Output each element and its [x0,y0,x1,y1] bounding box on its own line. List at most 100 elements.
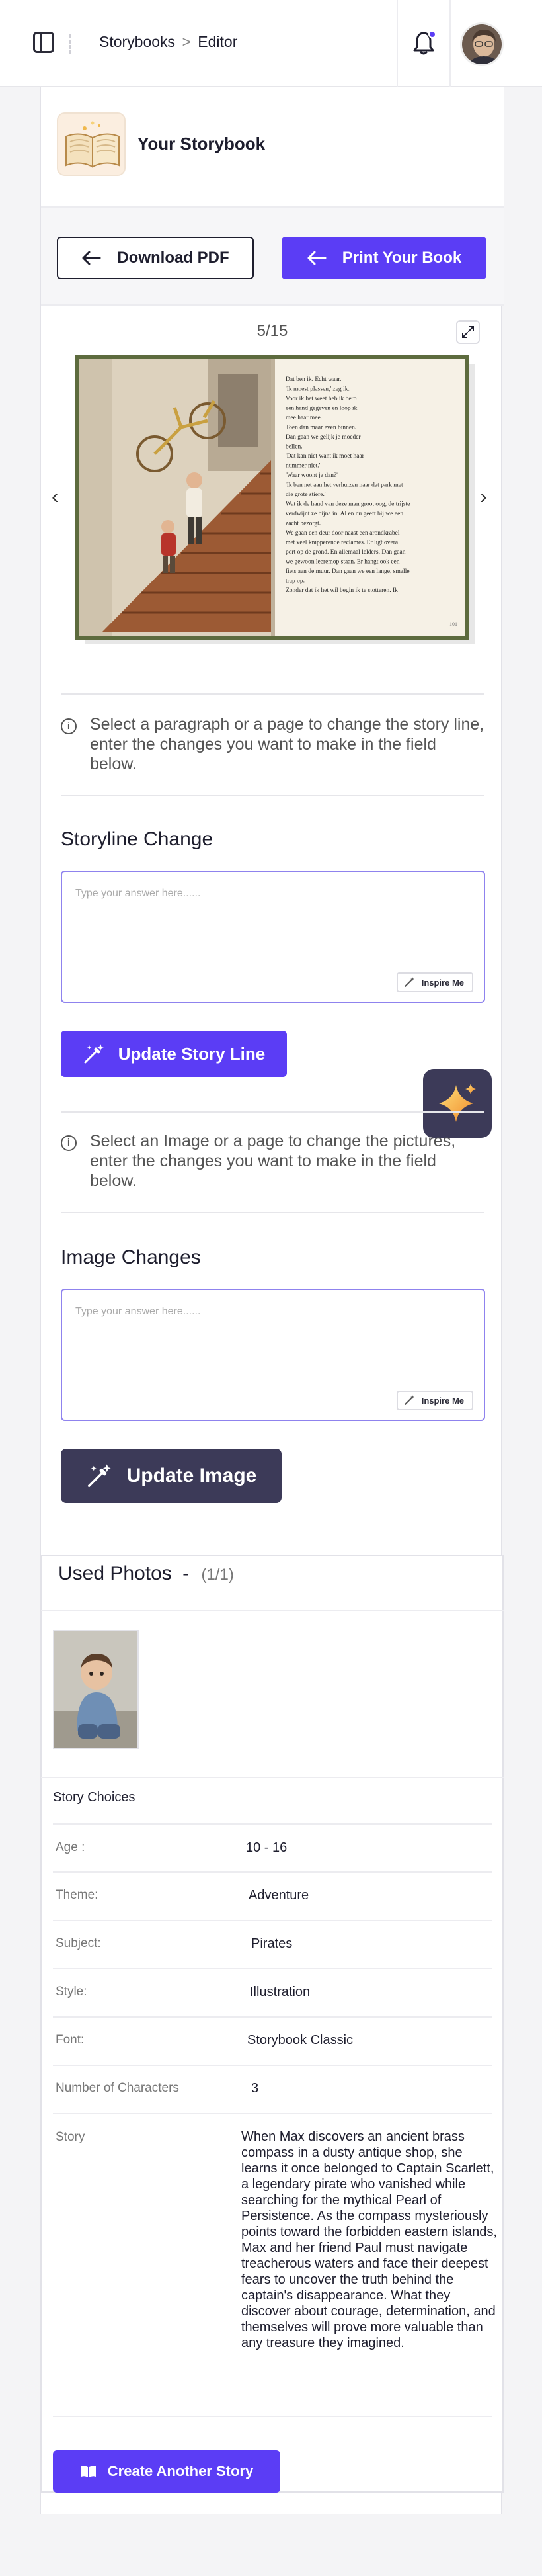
magic-wand-icon [404,1395,414,1405]
image-changes-title: Image Changes [61,1246,201,1268]
used-photos-dash: - [182,1563,190,1584]
breadcrumb-editor: Editor [198,33,238,50]
print-book-button[interactable]: Print Your Book [282,237,486,279]
book-page-line: 'Dat kan niet want ik moet haar [286,453,365,460]
image-changes-placeholder: Type your answer here...... [75,1306,201,1317]
page-indicator: 5/15 [256,322,288,340]
story-choices-title: Story Choices [53,1790,136,1805]
book-page-line: zacht bezorgt. [286,521,321,527]
book-page-line: fiets aan de muur. Dan gaan we een lange… [286,568,410,575]
book-page-line: mee haar mee. [286,415,322,421]
book-page-line: met veel knipperende reclames. Er ligt o… [286,540,400,546]
book-page-number: 101 [449,621,457,627]
divider [53,2065,492,2066]
magic-wand-icon [404,977,414,987]
book-open-icon [81,2466,96,2477]
update-story-line-label: Update Story Line [118,1043,266,1064]
inspire-me-label: Inspire Me [421,1395,464,1406]
breadcrumb: Storybooks > Editor [99,33,237,51]
breadcrumb-separator: > [182,33,191,50]
ai-assistant-button[interactable] [423,1069,492,1138]
print-book-label: Print Your Book [342,249,462,267]
update-image-button[interactable]: Update Image [61,1449,282,1503]
book-page-line: Voor ik het weet heb ik bero [286,396,357,402]
info-icon: i [61,718,77,734]
chevron-right-icon[interactable]: › [480,484,487,509]
breadcrumb-storybooks[interactable]: Storybooks [99,33,175,50]
book-page-line: Toen dan maar even binnen. [286,425,356,431]
book-page-line: die grote stiere.' [286,492,326,498]
divider [53,2416,492,2417]
create-another-story-label: Create Another Story [107,2463,254,2479]
style-label: Style: [56,1985,87,1998]
book-preview[interactable]: Dat ben ik. Echt waar. 'Ik moest plassen,… [75,355,479,646]
inspire-me-button[interactable]: Inspire Me [396,972,473,992]
used-photos-label: Used Photos [58,1563,172,1584]
book-page-line: we gewoon leeremop staan. Er hangt ook e… [286,559,400,566]
divider [53,1823,492,1825]
book-page-line: Dat ben ik. Echt waar. [286,376,341,383]
book-page-line: Wat ik de hand van deze man groot oog, d… [286,501,410,508]
font-label: Font: [56,2033,85,2047]
storybook-header: Your Storybook [41,87,504,206]
divider [61,1111,484,1113]
storyline-title: Storyline Change [61,828,213,850]
divider [53,1871,492,1873]
subject-label: Subject: [56,1936,101,1950]
divider [53,1968,492,1969]
divider [61,1212,484,1213]
arrow-left-icon [82,251,101,265]
action-band: Download PDF Print Your Book [41,206,504,306]
update-story-line-button[interactable]: Update Story Line [61,1031,287,1077]
sidebar-toggle-icon[interactable] [33,32,54,53]
font-value: Storybook Classic [247,2033,354,2047]
book-page-line: Zonder dat ik het wil begin ik te stotte… [286,587,398,594]
image-changes-input[interactable]: Type your answer here...... Inspire Me [61,1289,485,1421]
info-icon: i [61,1135,77,1151]
divider [397,0,398,87]
create-another-story-button[interactable]: Create Another Story [53,2450,280,2493]
theme-label: Theme: [56,1888,98,1902]
book-page-line: een hand gegeven en loop ik [286,406,358,412]
divider [41,1777,504,1778]
book-page-line: trap op. [286,578,305,585]
book-page-line: verdwijnt ze bijna in. Al en nu geeft bi… [286,510,403,517]
magic-wand-icon [87,1464,111,1488]
storybook-thumbnail [57,112,126,176]
divider [53,1920,492,1921]
book-page-line: nummer niet.' [286,463,321,470]
divider [53,2016,492,2018]
storybook-title: Your Storybook [137,134,266,153]
story-summary: When Max discovers an ancient brass comp… [241,2129,497,2350]
image-hint: Select an Image or a page to change the … [90,1132,456,1190]
characters-value: 3 [251,2081,259,2096]
divider [61,693,484,695]
expand-button[interactable] [456,320,480,344]
update-image-label: Update Image [126,1465,257,1486]
top-bar: Storybooks > Editor [0,0,542,87]
used-photos-title: Used Photos - (1/1) [58,1563,234,1585]
book-page-line: 'Waar woont je dan?' [286,472,338,479]
divider [41,1610,504,1611]
subject-value: Pirates [251,1936,293,1951]
avatar[interactable] [460,22,504,66]
storyline-input[interactable]: Type your answer here...... Inspire Me [61,871,485,1003]
theme-value: Adventure [249,1888,309,1903]
magic-wand-icon [84,1044,104,1064]
chevron-left-icon[interactable]: ‹ [52,484,59,509]
book-page-line: 'Ik ben net aan het verhuizen naar dat p… [286,482,403,489]
used-photos-count: (1/1) [201,1566,234,1584]
book-page-line: port op de grond. En allemaal lelders. D… [286,549,406,556]
inspire-me-label: Inspire Me [421,977,464,988]
age-label: Age : [56,1840,85,1854]
arrow-left-icon [307,251,327,265]
used-photo[interactable] [53,1630,139,1749]
characters-label: Number of Characters [56,2081,179,2095]
download-pdf-button[interactable]: Download PDF [57,237,254,279]
divider [61,795,484,796]
inspire-me-button[interactable]: Inspire Me [396,1391,473,1410]
sparkles-icon [439,1084,476,1122]
book-page-line: Dan gaan we gelijk je moeder [286,434,362,441]
book-page-line: bellen. [286,444,303,451]
divider [69,34,71,54]
